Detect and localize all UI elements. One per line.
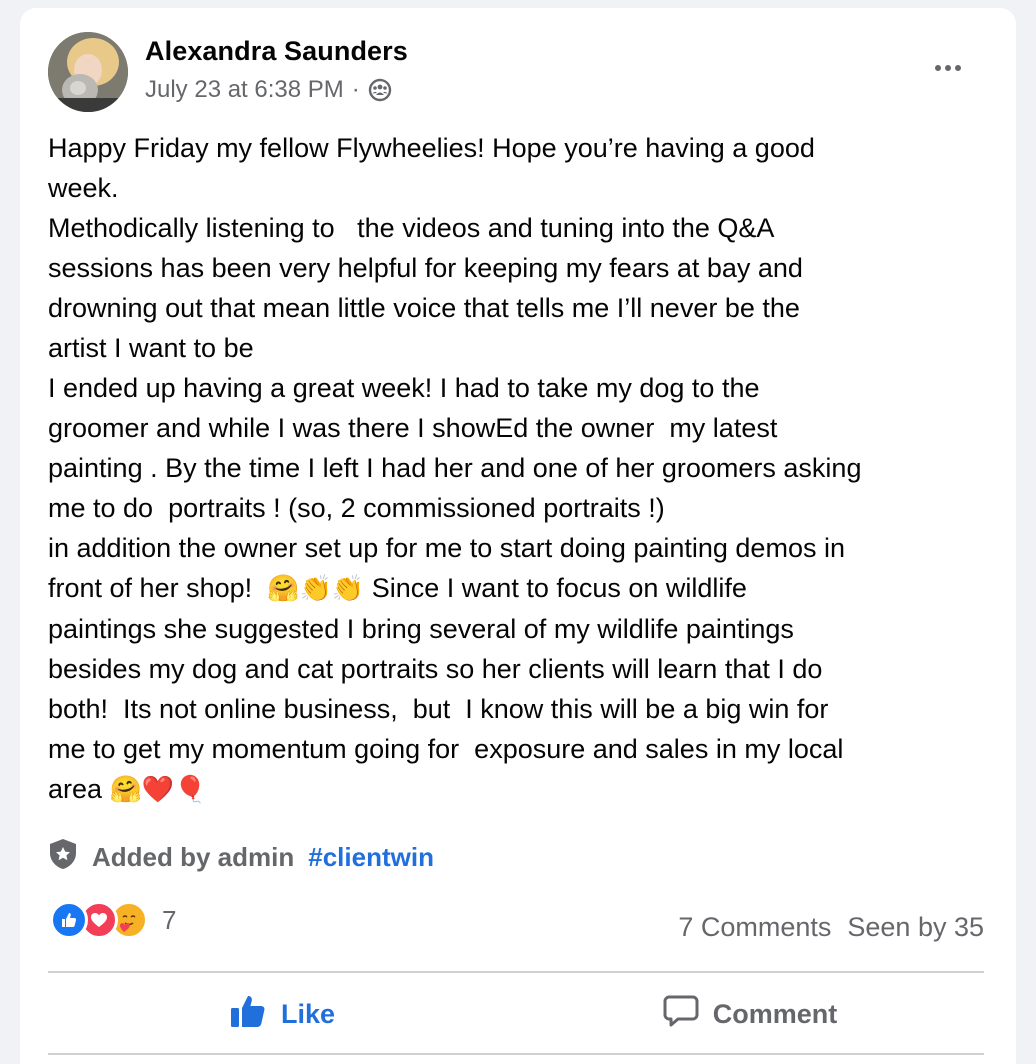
comment-button[interactable]: Comment [516,984,984,1044]
reaction-count: 7 [162,904,177,935]
body-line: groomer and while I was there I showEd t… [48,413,778,443]
body-line: me to get my momentum going for exposure… [48,734,844,764]
body-line: Methodically listening to the videos and… [48,213,775,243]
body-line: front of her shop! 🤗👏👏 Since I want to f… [48,568,998,609]
body-line: in addition the owner set up for me to s… [48,533,845,563]
body-text-segment: area [48,774,110,804]
like-button[interactable]: Like [48,984,516,1044]
admin-row: Added by admin #clientwin [48,838,434,877]
body-line: me to do portraits ! (so, 2 commissioned… [48,493,665,523]
comment-label: Comment [712,998,838,1029]
comments-count[interactable]: 7 Comments [678,912,831,943]
body-line: artist I want to be [48,333,254,363]
emoji-group: 🤗👏👏 [267,574,365,604]
divider [48,1053,984,1055]
body-line: week. [48,173,119,203]
body-line: Happy Friday my fellow Flywheelies! Hope… [48,133,815,163]
body-text-segment: Since I want to focus on wildlife [364,573,747,603]
reactions-summary[interactable]: 7 [50,901,176,939]
like-reaction-icon [50,901,88,939]
divider [48,971,984,973]
more-icon[interactable] [926,52,970,84]
thumbs-up-icon [229,993,267,1036]
post-card: Alexandra Saunders July 23 at 6:38 PM · … [20,8,1016,1064]
post-meta: July 23 at 6:38 PM · [145,76,392,104]
body-text-segment: front of her shop! [48,573,268,603]
body-line: both! Its not online business, but I kno… [48,694,829,724]
seen-by[interactable]: Seen by 35 [847,912,984,943]
like-label: Like [280,998,336,1029]
shield-star-icon [48,838,78,877]
body-line: painting . By the time I left I had her … [48,453,862,483]
body-line: sessions has been very helpful for keepi… [48,253,803,283]
body-line: I ended up having a great week! I had to… [48,373,760,403]
meta-separator: · [351,76,360,103]
admin-label: Added by admin [92,842,295,872]
group-icon [368,78,392,102]
speech-bubble-icon [663,994,699,1035]
avatar[interactable] [48,32,128,112]
hashtag-link[interactable]: #clientwin [308,842,434,873]
body-line: besides my dog and cat portraits so her … [48,654,823,684]
author-name[interactable]: Alexandra Saunders [145,36,408,67]
body-line: drowning out that mean little voice that… [48,293,800,323]
post-stats: 7 Comments Seen by 35 [678,912,984,943]
body-line: paintings she suggested I bring several … [48,614,794,644]
body-line: area 🤗❤️🎈 [48,769,998,810]
emoji-group: 🤗❤️🎈 [109,775,207,805]
post-body: Happy Friday my fellow Flywheelies! Hope… [48,128,998,810]
timestamp[interactable]: July 23 at 6:38 PM [145,76,344,104]
